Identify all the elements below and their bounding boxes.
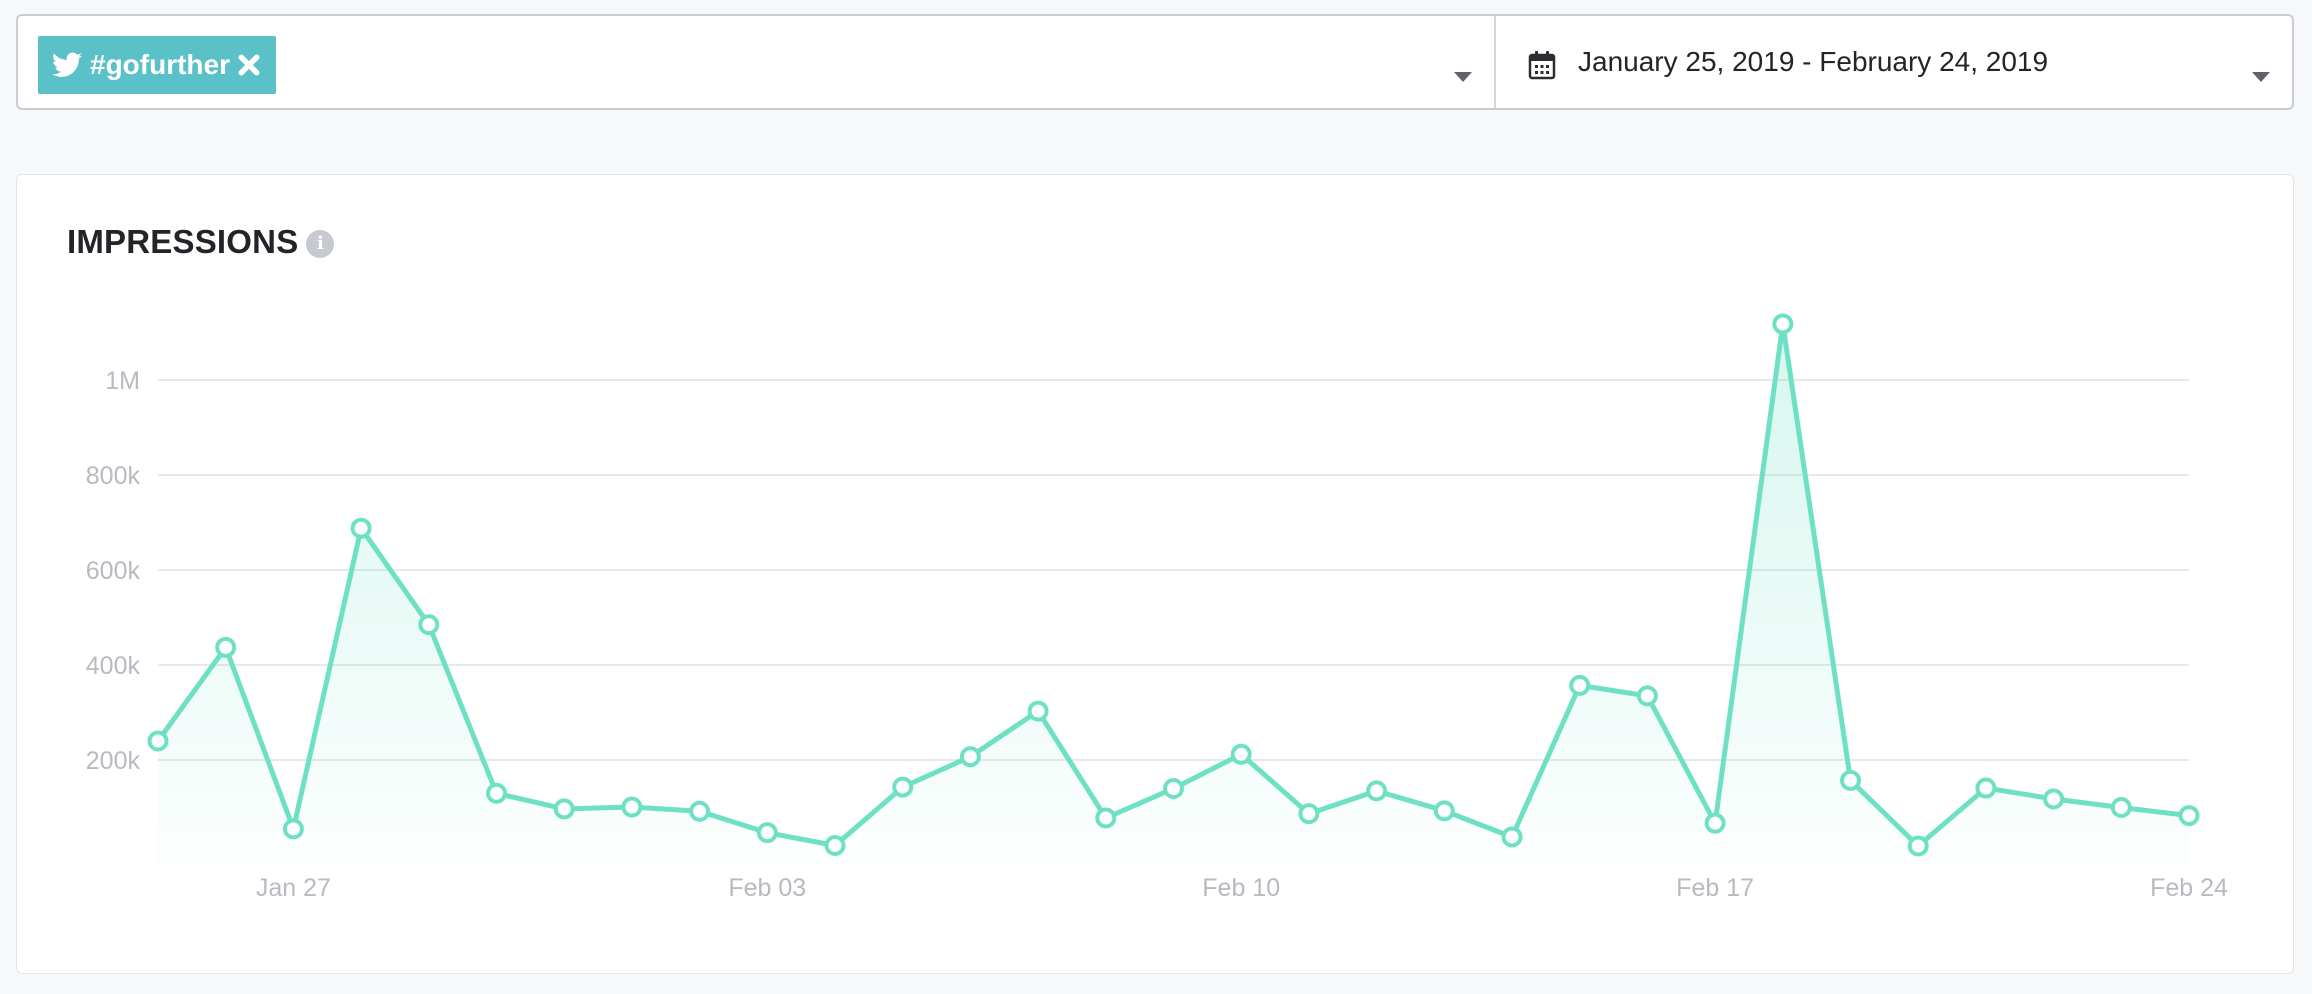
impressions-chart: 200k 400k 600k 800k 1M Jan 27 Feb 03 Feb 10 Feb… [86,313,2228,902]
tag-label: #gofurther [90,49,230,80]
data-point [689,800,711,822]
data-point [553,798,575,820]
y-tick-label: 400k [86,652,141,680]
data-point [1433,800,1455,822]
filter-bar: #gofurther January 25, 2019 - February 2… [16,14,2294,110]
data-point [1907,835,1929,857]
x-tick-label: Feb 24 [2150,874,2228,902]
x-axis: Jan 27 Feb 03 Feb 10 Feb 17 Feb 24 [256,874,2228,902]
data-point [1569,674,1591,696]
data-point [824,835,846,856]
date-range-text: January 25, 2019 - February 24, 2019 [1578,46,2049,77]
data-point [1366,780,1388,802]
chevron-down-icon[interactable] [1454,72,1472,82]
close-icon[interactable] [238,54,260,76]
calendar-icon [1528,51,1556,80]
data-point [1095,807,1117,829]
x-tick-label: Jan 27 [256,874,331,902]
data-point [1636,685,1658,707]
y-tick-label: 600k [86,557,141,585]
data-point [1163,778,1184,799]
tag-select[interactable]: #gofurther [18,16,1496,108]
data-point [350,517,372,539]
data-point [892,776,914,798]
data-point [2110,797,2132,818]
data-point [756,822,778,844]
data-point [1704,812,1726,834]
impressions-card: IMPRESSIONS i 200k 400k 600k 800k 1M Jan 27 F… [16,174,2294,974]
y-tick-label: 200k [86,747,141,775]
data-point [282,818,304,840]
data-point [2043,788,2065,810]
x-tick-label: Feb 17 [1676,874,1754,902]
y-tick-label: 1M [105,367,140,395]
data-point [1501,826,1523,848]
tag-chip: #gofurther [38,36,276,94]
data-point [1298,803,1320,825]
chevron-down-icon[interactable] [2252,72,2270,82]
data-point [621,796,643,818]
twitter-bird-icon [52,52,82,77]
data-point [959,746,981,768]
data-point [1230,743,1252,765]
date-range-select[interactable]: January 25, 2019 - February 24, 2019 [1496,16,2292,108]
data-point [2178,805,2200,827]
x-tick-label: Feb 10 [1202,874,1280,902]
x-tick-label: Feb 03 [728,874,806,902]
data-point [215,636,237,658]
data-point [1027,700,1049,722]
data-point [418,614,440,636]
data-point [1975,777,1997,799]
data-point [1840,769,1861,791]
data-point [1772,313,1794,335]
y-tick-label: 800k [86,462,141,490]
data-point [147,730,169,752]
y-axis: 200k 400k 600k 800k 1M [86,367,141,775]
data-point [486,782,507,804]
